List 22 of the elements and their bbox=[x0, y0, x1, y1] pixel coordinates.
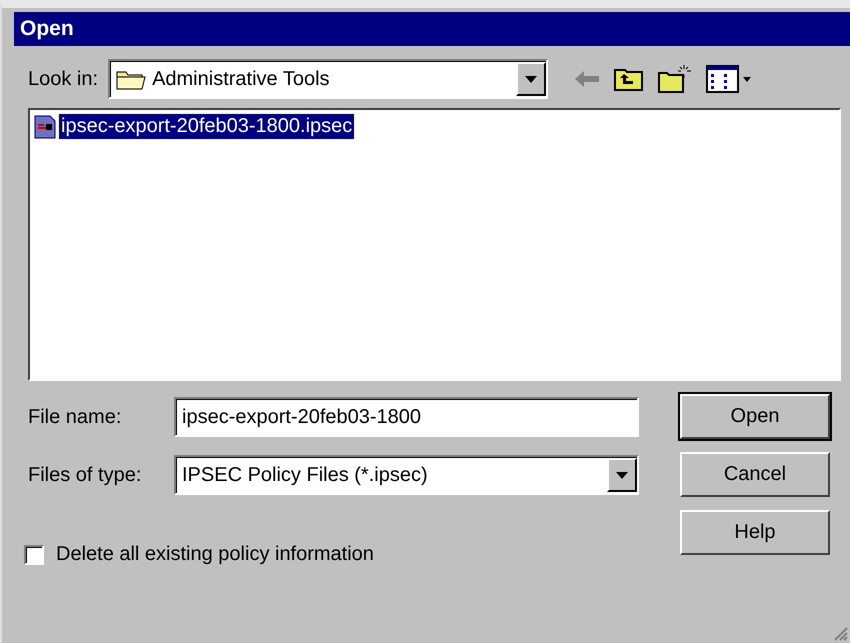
file-icon bbox=[34, 114, 56, 138]
checkbox-label: Delete all existing policy information bbox=[56, 543, 374, 566]
file-name-field[interactable]: ipsec-export-20feb03-1800 bbox=[174, 397, 639, 437]
up-folder-icon[interactable] bbox=[614, 66, 644, 92]
file-type-value: IPSEC Policy Files (*.ipsec) bbox=[182, 464, 428, 486]
resize-grip-icon[interactable] bbox=[832, 625, 848, 641]
look-in-label: Look in: bbox=[28, 68, 98, 90]
dialog-button[interactable]: Open bbox=[680, 394, 830, 439]
file-item[interactable]: ipsec-export-20feb03-1800.ipsec bbox=[59, 114, 354, 139]
checkbox[interactable] bbox=[24, 544, 44, 564]
dropdown-arrow-icon bbox=[525, 76, 538, 82]
file-type-dropdown[interactable]: IPSEC Policy Files (*.ipsec) bbox=[174, 455, 639, 495]
window-title: Open bbox=[20, 17, 74, 41]
new-folder-icon[interactable] bbox=[658, 64, 692, 94]
look-in-dropdown[interactable]: Administrative Tools bbox=[108, 59, 548, 99]
file-type-label: Files of type: bbox=[28, 464, 142, 486]
dialog-button[interactable]: Cancel bbox=[680, 452, 830, 497]
dropdown-arrow-icon bbox=[616, 472, 628, 478]
file-name-label: File name: bbox=[28, 406, 122, 428]
dialog-button[interactable]: Help bbox=[680, 510, 830, 555]
look-in-value: Administrative Tools bbox=[152, 68, 330, 90]
view-menu-icon[interactable] bbox=[706, 65, 752, 93]
